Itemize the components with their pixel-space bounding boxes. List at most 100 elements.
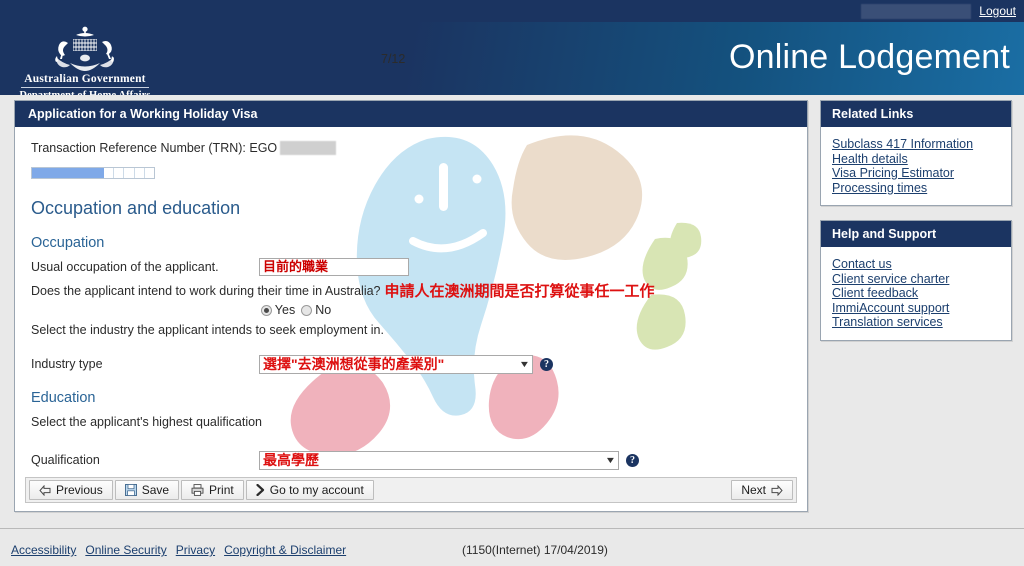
next-button-label: Next (741, 483, 766, 497)
industry-type-row: Industry type 選擇"去澳洲想從事的產業別" ▼ ? (31, 354, 791, 374)
application-panel: Application for a Working Holiday Visa T… (14, 100, 808, 512)
radio-no[interactable]: No (301, 303, 331, 317)
chevron-down-icon: ▼ (518, 359, 531, 369)
progress-cell (52, 168, 63, 178)
chevron-right-icon (256, 484, 265, 496)
help-link-translation-services[interactable]: Translation services (832, 315, 1011, 330)
government-branding: Australian Government Department of Home… (10, 22, 160, 95)
chevron-down-icon: ▼ (604, 455, 617, 465)
help-link-immiaccount-support[interactable]: ImmiAccount support (832, 301, 1011, 316)
qualification-select[interactable]: 最高學歷 ▼ (259, 450, 619, 470)
industry-prompt-row: Select the industry the applicant intend… (31, 320, 791, 340)
next-button[interactable]: Next (731, 480, 793, 500)
related-links-body: Subclass 417 Information Health details … (821, 127, 1011, 205)
qualification-prompt-row: Select the applicant's highest qualifica… (31, 412, 791, 432)
help-link-contact-us[interactable]: Contact us (832, 257, 1011, 272)
right-button-group: Next (730, 480, 794, 500)
usual-occupation-row: Usual occupation of the applicant. 目前的職業 (31, 257, 791, 277)
help-support-body: Contact us Client service charter Client… (821, 247, 1011, 340)
panel-body: Transaction Reference Number (TRN): EGO (15, 127, 807, 511)
related-links-title: Related Links (821, 101, 1011, 127)
related-link-visa-pricing-estimator[interactable]: Visa Pricing Estimator (832, 166, 1011, 181)
help-support-title: Help and Support (821, 221, 1011, 247)
progress-cell (32, 168, 43, 178)
form-area: Transaction Reference Number (TRN): EGO (15, 127, 807, 470)
page-title: Occupation and education (31, 198, 241, 218)
gov-line-1: Australian Government (24, 73, 146, 85)
panel-title: Application for a Working Holiday Visa (15, 101, 807, 127)
footer-link-online-security[interactable]: Online Security (85, 543, 166, 557)
progress-cell (73, 168, 84, 178)
print-button[interactable]: Print (181, 480, 244, 500)
occupation-subheading: Occupation (31, 235, 105, 251)
industry-help-icon[interactable]: ? (540, 357, 553, 371)
radio-no-dot[interactable] (301, 304, 313, 316)
gov-divider (21, 87, 149, 88)
related-link-subclass-417[interactable]: Subclass 417 Information (832, 137, 1011, 152)
help-support-panel: Help and Support Contact us Client servi… (820, 220, 1012, 341)
related-link-processing-times[interactable]: Processing times (832, 181, 1011, 196)
save-button-label: Save (141, 483, 170, 497)
progress-cell (83, 168, 94, 178)
progress-cell (135, 168, 145, 178)
trn-value-redacted (280, 141, 337, 155)
progress-cell (124, 168, 135, 178)
gov-line-2: Department of Home Affairs (19, 90, 150, 95)
usual-occupation-label: Usual occupation of the applicant. (31, 260, 219, 274)
footer: Accessibility Online Security Privacy Co… (0, 529, 1024, 566)
print-button-label: Print (209, 483, 234, 497)
trn-row: Transaction Reference Number (TRN): EGO (31, 141, 791, 155)
progress-cell (42, 168, 53, 178)
progress-cell (114, 168, 125, 178)
progress-cell (62, 168, 73, 178)
related-link-health-details[interactable]: Health details (832, 152, 1011, 167)
help-link-client-feedback[interactable]: Client feedback (832, 286, 1011, 301)
previous-button-label: Previous (56, 483, 103, 497)
intend-work-annotation: 申請人在澳洲期間是否打算從事任一工作 (384, 283, 655, 300)
go-to-my-account-button[interactable]: Go to my account (245, 480, 374, 500)
masthead: Australian Government Department of Home… (0, 22, 1024, 95)
qualification-label: Qualification (31, 453, 100, 467)
radio-no-label: No (315, 303, 332, 317)
industry-type-label: Industry type (31, 357, 103, 371)
logout-link[interactable]: Logout (979, 4, 1016, 18)
footer-link-copyright-disclaimer[interactable]: Copyright & Disclaimer (224, 543, 346, 557)
intend-work-radio-group: Yes No (31, 303, 791, 317)
progress-bar (31, 167, 155, 179)
progress-cell (145, 168, 154, 178)
help-link-client-service-charter[interactable]: Client service charter (832, 272, 1011, 287)
step-counter: 7/12 (381, 52, 406, 66)
related-links-panel: Related Links Subclass 417 Information H… (820, 100, 1012, 206)
radio-yes[interactable]: Yes (260, 303, 296, 317)
intend-work-label: Does the applicant intend to work during… (31, 283, 381, 298)
floppy-disk-icon (124, 484, 137, 496)
qualification-prompt: Select the applicant's highest qualifica… (31, 415, 263, 429)
progress-cell (104, 168, 114, 178)
footer-links: Accessibility Online Security Privacy Co… (11, 543, 346, 557)
printer-icon (191, 484, 204, 496)
footer-link-accessibility[interactable]: Accessibility (11, 543, 76, 557)
page-root: Logout Australian Government Online Lodg… (0, 0, 1024, 566)
username-redacted (861, 3, 972, 19)
site-title: Online Lodgement (728, 38, 1010, 76)
save-button[interactable]: Save (114, 480, 180, 500)
trn-label: Transaction Reference Number (TRN): EGO (31, 141, 278, 155)
intend-work-row: Does the applicant intend to work during… (31, 280, 791, 301)
progress-cell (93, 168, 104, 178)
qualification-row: Qualification 最高學歷 ▼ ? (31, 450, 791, 470)
australian-coat-of-arms-icon (48, 25, 122, 73)
radio-yes-dot[interactable] (260, 304, 272, 316)
industry-type-select[interactable]: 選擇"去澳洲想從事的產業別" ▼ (259, 354, 533, 374)
footer-stamp: (1150(Internet) 17/04/2019) (462, 543, 608, 557)
qualification-help-icon[interactable]: ? (626, 453, 639, 467)
previous-button[interactable]: Previous (29, 480, 113, 500)
arrow-left-icon (39, 484, 51, 496)
footer-link-privacy[interactable]: Privacy (176, 543, 215, 557)
usual-occupation-input[interactable]: 目前的職業 (259, 258, 409, 276)
radio-yes-label: Yes (274, 303, 296, 317)
qualification-value: 最高學歷 (263, 452, 319, 468)
arrow-right-icon (771, 484, 783, 496)
industry-type-value: 選擇"去澳洲想從事的產業別" (263, 356, 445, 372)
top-utility-bar: Logout (0, 0, 1024, 22)
go-to-my-account-label: Go to my account (269, 483, 364, 497)
